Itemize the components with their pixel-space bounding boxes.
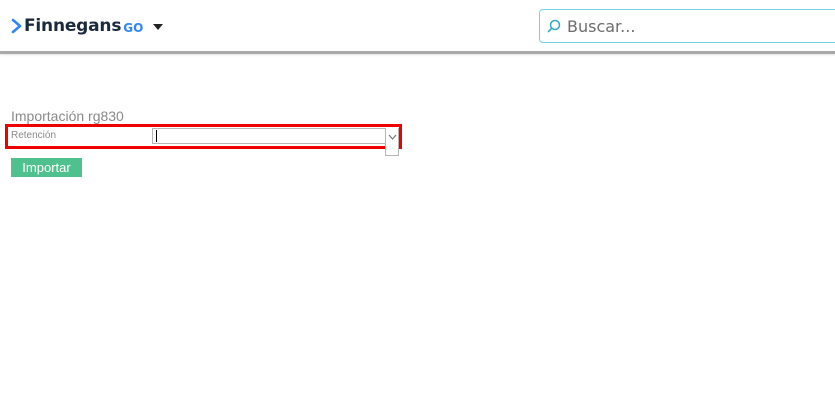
brand-name: Finnegans [24,16,122,36]
search-box[interactable] [539,9,835,43]
top-navigation-bar: Finnegans GO [0,0,835,54]
retencion-dropdown-button[interactable] [385,128,399,156]
search-input[interactable] [567,16,817,36]
chevron-down-icon [388,134,397,140]
search-icon [547,19,561,33]
brand-suffix: GO [123,20,144,35]
retencion-input[interactable] [152,128,388,144]
brand-menu[interactable]: Finnegans GO [11,15,164,37]
import-button[interactable]: Importar [11,158,82,177]
form-title: Importación rg830 [11,108,124,124]
chevron-right-icon [11,18,22,34]
caret-down-icon[interactable] [153,24,164,30]
retencion-label: Retención [11,130,57,141]
retencion-field-row: Retención [5,124,402,156]
text-cursor [156,130,157,142]
